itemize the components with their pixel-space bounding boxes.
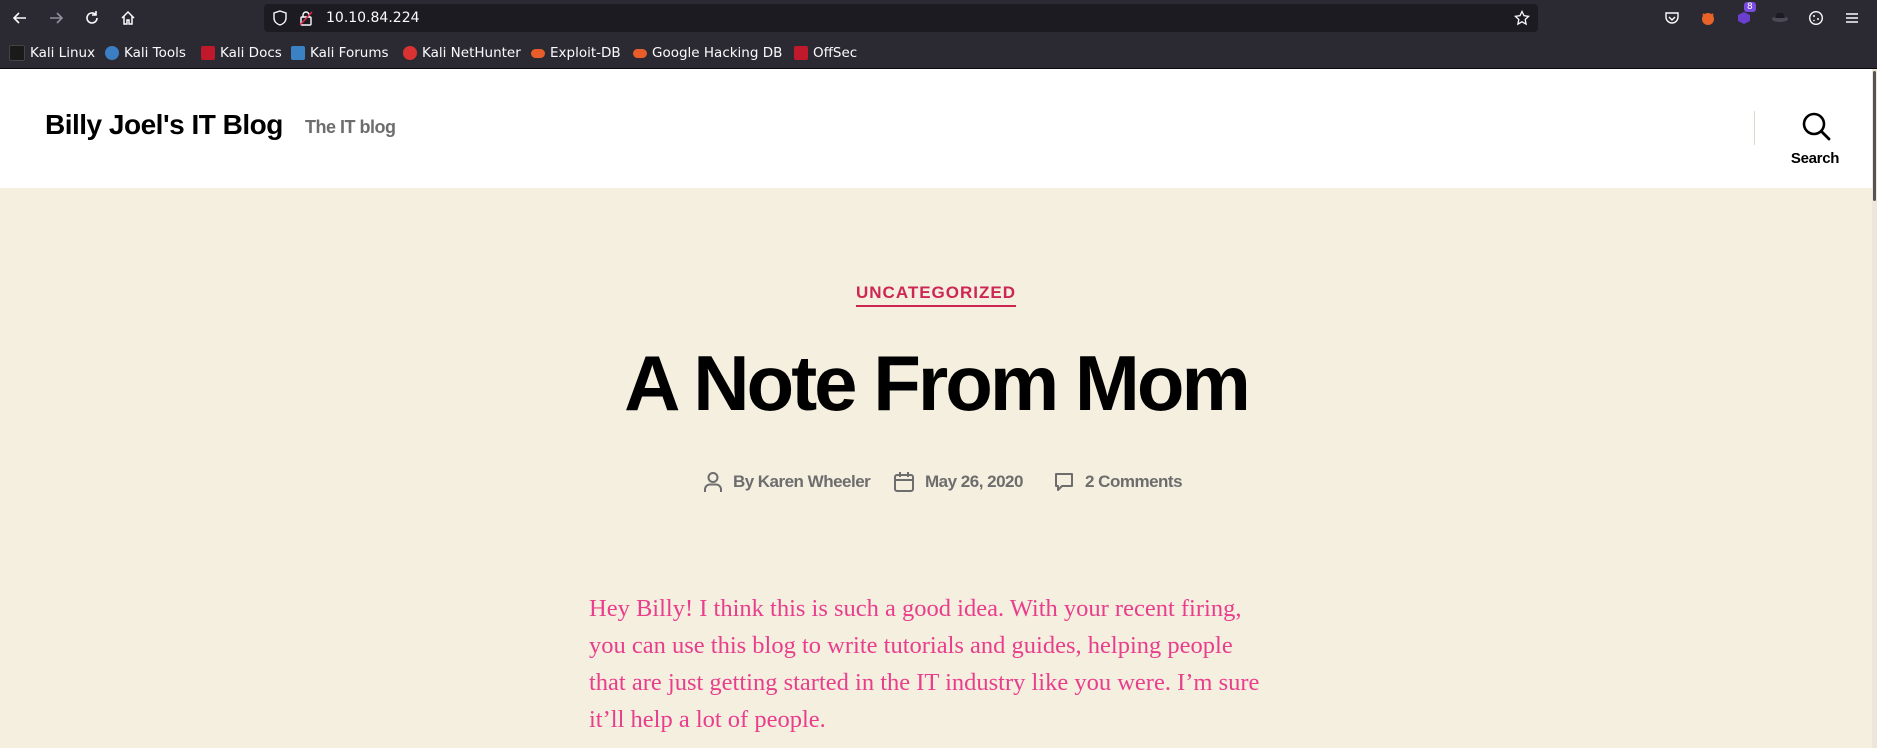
bookmark-exploit-db[interactable]: Exploit-DB	[531, 44, 621, 62]
bookmark-google-hacking-db[interactable]: Google Hacking DB	[633, 44, 782, 62]
date-link[interactable]: May 26, 2020	[925, 472, 1023, 492]
search-icon	[1802, 112, 1831, 141]
kali-forums-icon	[291, 46, 305, 60]
bookmark-offsec[interactable]: OffSec	[794, 44, 857, 62]
url-bar[interactable]: 10.10.84.224	[264, 4, 1538, 32]
kali-nethunter-icon	[403, 46, 417, 60]
pocket-icon[interactable]	[1662, 8, 1682, 28]
offsec-icon	[794, 46, 808, 60]
bookmark-label: Kali NetHunter	[422, 45, 521, 61]
bookmark-label: Exploit-DB	[550, 45, 621, 61]
bookmark-label: Kali Linux	[30, 45, 96, 61]
home-icon[interactable]	[116, 6, 140, 30]
incognito-extension-icon[interactable]	[1770, 8, 1790, 28]
bookmarks-toolbar: Kali Linux Kali Tools Kali Docs Kali For…	[0, 36, 1877, 69]
post-comments: 2 Comments	[1053, 470, 1183, 494]
forward-icon[interactable]	[44, 6, 68, 30]
post-date: May 26, 2020	[893, 470, 1023, 494]
site-header: Billy Joel's IT Blog The IT blog Search	[0, 69, 1872, 188]
kali-tools-icon	[105, 46, 119, 60]
content-line: Hey Billy! I think this is such a good i…	[589, 595, 1242, 622]
search-label: Search	[1790, 150, 1840, 167]
url-text[interactable]: 10.10.84.224	[326, 10, 420, 26]
kali-linux-icon	[9, 45, 25, 61]
bookmark-kali-nethunter[interactable]: Kali NetHunter	[403, 44, 521, 62]
content-line: that are just getting started in the IT …	[589, 669, 1260, 696]
bookmark-kali-forums[interactable]: Kali Forums	[291, 44, 389, 62]
bookmark-kali-tools[interactable]: Kali Tools	[105, 44, 186, 62]
extension-icon[interactable]: 8	[1734, 2, 1756, 28]
bookmark-label: Google Hacking DB	[652, 45, 783, 61]
exploit-db-icon	[531, 48, 545, 58]
back-icon[interactable]	[8, 6, 32, 30]
category-link[interactable]: UNCATEGORIZED	[855, 283, 1016, 307]
cookie-icon[interactable]	[1806, 8, 1826, 28]
shield-icon[interactable]	[272, 10, 288, 31]
post-author: By Karen Wheeler	[703, 470, 871, 494]
bookmark-kali-linux[interactable]: Kali Linux	[9, 44, 95, 62]
bookmark-kali-docs[interactable]: Kali Docs	[201, 44, 282, 62]
author-link[interactable]: Karen Wheeler	[758, 472, 871, 492]
bookmark-label: OffSec	[813, 45, 858, 61]
bookmark-label: Kali Docs	[220, 45, 282, 61]
post-content: Hey Billy! I think this is such a good i…	[589, 590, 1299, 738]
post-category: UNCATEGORIZED	[0, 283, 1872, 307]
bookmark-label: Kali Forums	[310, 45, 389, 61]
calendar-icon	[894, 472, 914, 492]
bookmark-star-icon[interactable]	[1513, 9, 1531, 31]
extension-badge: 8	[1744, 2, 1756, 12]
comments-link[interactable]: 2 Comments	[1085, 472, 1183, 492]
kali-docs-icon	[201, 46, 215, 60]
reload-icon[interactable]	[80, 6, 104, 30]
header-divider	[1754, 111, 1755, 145]
search-toggle-button[interactable]: Search	[1780, 111, 1850, 167]
user-icon	[704, 472, 722, 492]
page-scrollbar[interactable]	[1872, 69, 1877, 748]
comment-icon	[1055, 473, 1073, 491]
browser-toolbar: 10.10.84.224 8	[0, 0, 1877, 36]
post-title: A Note From Mom	[624, 339, 1251, 427]
site-title[interactable]: Billy Joel's IT Blog	[45, 109, 283, 141]
insecure-lock-icon[interactable]	[298, 10, 314, 31]
menu-icon[interactable]	[1842, 8, 1862, 28]
content-line: it’ll help a lot of people.	[589, 706, 826, 733]
content-line: you can use this blog to write tutorials…	[589, 632, 1233, 659]
author-prefix: By	[733, 472, 754, 491]
site-description: The IT blog	[305, 117, 396, 137]
scrollbar-thumb[interactable]	[1873, 71, 1876, 201]
foxyproxy-icon[interactable]	[1698, 8, 1718, 28]
bookmark-label: Kali Tools	[124, 45, 186, 61]
google-hacking-db-icon	[633, 48, 647, 58]
